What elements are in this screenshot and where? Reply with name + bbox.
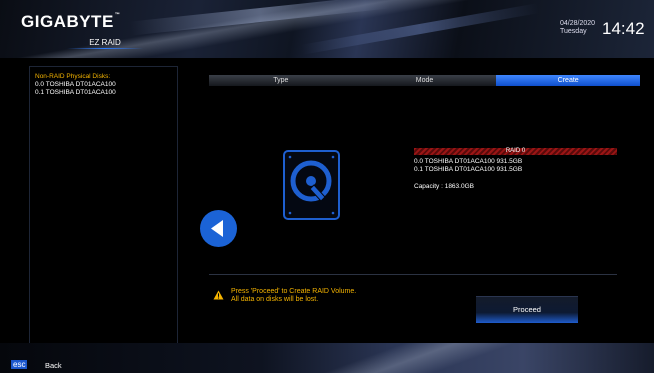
back-arrow-icon[interactable] xyxy=(200,210,237,247)
warning-line-1: Press 'Proceed' to Create RAID Volume. xyxy=(231,288,357,295)
mode-underline xyxy=(67,48,143,49)
raid-member-disk: 0.1 TOSHIBA DT01ACA100 931.5GB xyxy=(414,166,523,173)
brand-logo: GIGABYTE™ xyxy=(21,12,121,31)
warning-line-2: All data on disks will be lost. xyxy=(231,296,319,303)
divider xyxy=(209,274,617,275)
hard-disk-icon xyxy=(283,150,340,220)
physical-disk-item[interactable]: 0.0 TOSHIBA DT01ACA100 xyxy=(35,81,116,88)
tab-create[interactable]: Create xyxy=(496,75,641,86)
physical-disks-panel xyxy=(29,66,178,356)
tab-mode[interactable]: Mode xyxy=(353,75,497,86)
proceed-button[interactable]: Proceed xyxy=(476,296,578,323)
raid-member-disk: 0.0 TOSHIBA DT01ACA100 931.5GB xyxy=(414,158,523,165)
raid-capacity: Capacity : 1863.0GB xyxy=(414,183,474,190)
physical-disk-item[interactable]: 0.1 TOSHIBA DT01ACA100 xyxy=(35,89,116,96)
date-display: 04/28/2020 Tuesday xyxy=(560,20,595,36)
mode-title: EZ RAID xyxy=(89,38,121,47)
esc-key-icon[interactable]: esc xyxy=(11,360,28,369)
clock: 14:42 xyxy=(602,19,645,38)
day-text: Tuesday xyxy=(560,28,587,35)
date-text: 04/28/2020 xyxy=(560,20,596,27)
back-label[interactable]: Back xyxy=(45,361,62,370)
step-tabs: Type Mode Create xyxy=(209,75,641,86)
footer-banner xyxy=(0,343,654,373)
warning-icon xyxy=(213,287,224,305)
physical-disks-title: Non-RAID Physical Disks: xyxy=(35,73,111,80)
raid-level-bar: RAID 0 xyxy=(414,148,617,155)
header-decoration xyxy=(129,0,391,36)
tab-type[interactable]: Type xyxy=(209,75,353,86)
